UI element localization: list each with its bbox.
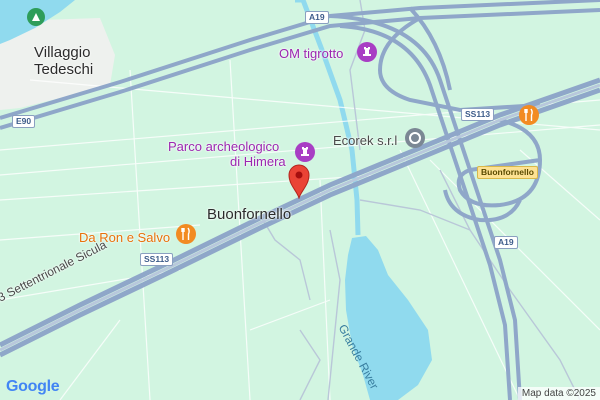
location-pin-icon[interactable] — [287, 163, 311, 204]
museum-icon[interactable] — [356, 41, 378, 68]
route-shield-e90: E90 — [12, 115, 36, 128]
place-label-buonfornello[interactable]: Buonfornello — [207, 206, 291, 223]
poi-label-parco-line2[interactable]: di Himera — [230, 154, 286, 169]
restaurant-icon[interactable] — [518, 104, 540, 131]
poi-label-ecorek[interactable]: Ecorek s.r.l — [333, 133, 397, 148]
poi-label-om-tigrotto[interactable]: OM tigrotto — [279, 46, 343, 61]
route-shield-a19-bottom: A19 — [494, 236, 518, 249]
route-shield-ss113-left: SS113 — [140, 253, 174, 266]
map-attribution[interactable]: Map data ©2025 — [517, 387, 600, 400]
google-logo: Google — [6, 378, 60, 395]
place-label-villaggio: Villaggio — [34, 44, 91, 61]
route-shield-ss113-right: SS113 — [461, 108, 495, 121]
place-label-tedeschi: Tedeschi — [34, 61, 94, 78]
business-icon[interactable] — [404, 127, 426, 154]
route-shield-a19-top: A19 — [305, 11, 329, 24]
poi-label-parco-line1[interactable]: Parco archeologico — [168, 139, 279, 154]
map-canvas[interactable]: Villaggio Tedeschi Buonfornello OM tigro… — [0, 0, 600, 400]
restaurant-icon[interactable] — [175, 223, 197, 250]
exit-sign-buonfornello: Buonfornello — [477, 166, 538, 179]
park-icon[interactable] — [26, 7, 46, 32]
